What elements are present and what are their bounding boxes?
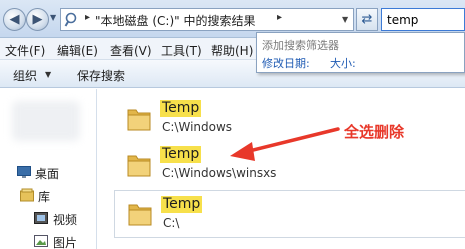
result-item[interactable]: Temp C:\Windows\winsxs	[116, 144, 465, 190]
breadcrumb-chevron-icon[interactable]: ▸	[277, 12, 282, 23]
nav-item-label: 图片	[53, 236, 78, 249]
nav-item-label: 视频	[53, 213, 78, 227]
annotation-text: 全选删除	[344, 123, 405, 141]
folder-icon	[127, 109, 151, 131]
blurred-area	[12, 101, 80, 141]
menu-view[interactable]: 查看(V)	[110, 42, 152, 59]
result-item-selected[interactable]: Temp C:\	[114, 190, 465, 238]
breadcrumb-label[interactable]: "本地磁盘 (C:)" 中的搜索结果	[95, 12, 255, 29]
nav-item-desktop[interactable]: 桌面	[0, 163, 97, 181]
menu-file[interactable]: 文件(F)	[5, 42, 45, 59]
menu-tools[interactable]: 工具(T)	[161, 42, 202, 59]
folder-icon	[128, 204, 152, 226]
save-search-button[interactable]: 保存搜索	[77, 67, 125, 84]
result-item[interactable]: Temp C:\Windows	[116, 98, 465, 144]
result-path: C:\	[163, 216, 180, 230]
picture-icon	[34, 235, 48, 247]
search-results-list: Temp C:\Windows Temp C:\Windows\winsxs T…	[98, 89, 465, 249]
library-icon	[20, 188, 34, 202]
nav-item-label: 桌面	[35, 167, 60, 181]
result-name: Temp	[160, 100, 202, 117]
nav-item-label: 库	[38, 190, 51, 204]
refresh-icon: ⇄	[361, 12, 373, 27]
organize-dropdown-icon[interactable]: ▼	[45, 70, 51, 79]
navigation-pane: 桌面 库 视频 图片	[0, 89, 97, 249]
breadcrumb-bar[interactable]: ▸ "本地磁盘 (C:)" 中的搜索结果 ▸ ▼	[60, 8, 354, 31]
result-path: C:\Windows	[162, 120, 233, 134]
forward-button[interactable]: ▶	[26, 8, 49, 31]
nav-item-videos[interactable]: 视频	[0, 209, 97, 227]
desktop-icon	[17, 166, 31, 178]
nav-item-pictures[interactable]: 图片	[0, 232, 97, 249]
menu-edit[interactable]: 编辑(E)	[57, 42, 98, 59]
breadcrumb-separator-icon[interactable]: ▸	[85, 12, 90, 23]
result-name: Temp	[160, 146, 202, 163]
filter-hint: 添加搜索筛选器	[262, 39, 339, 52]
back-arrow-icon: ◀	[9, 12, 20, 27]
nav-item-library[interactable]: 库	[0, 186, 97, 204]
search-box[interactable]	[381, 8, 465, 31]
search-filter-popup: 添加搜索筛选器 修改日期: 大小:	[256, 32, 465, 73]
result-path: C:\Windows\winsxs	[162, 166, 277, 180]
date-modified-filter[interactable]: 修改日期:	[262, 55, 310, 71]
menu-help[interactable]: 帮助(H)	[211, 42, 253, 59]
search-icon	[64, 12, 77, 27]
history-dropdown-icon[interactable]: ▼	[50, 13, 56, 22]
result-name: Temp	[161, 196, 203, 213]
address-dropdown-icon[interactable]: ▼	[342, 15, 348, 24]
search-input[interactable]	[382, 9, 464, 30]
forward-arrow-icon: ▶	[32, 12, 43, 27]
organize-button[interactable]: 组织	[13, 67, 37, 84]
video-icon	[34, 212, 48, 224]
back-button[interactable]: ◀	[3, 8, 26, 31]
refresh-button[interactable]: ⇄	[356, 8, 378, 31]
size-filter[interactable]: 大小:	[330, 55, 356, 71]
folder-icon	[127, 155, 151, 177]
